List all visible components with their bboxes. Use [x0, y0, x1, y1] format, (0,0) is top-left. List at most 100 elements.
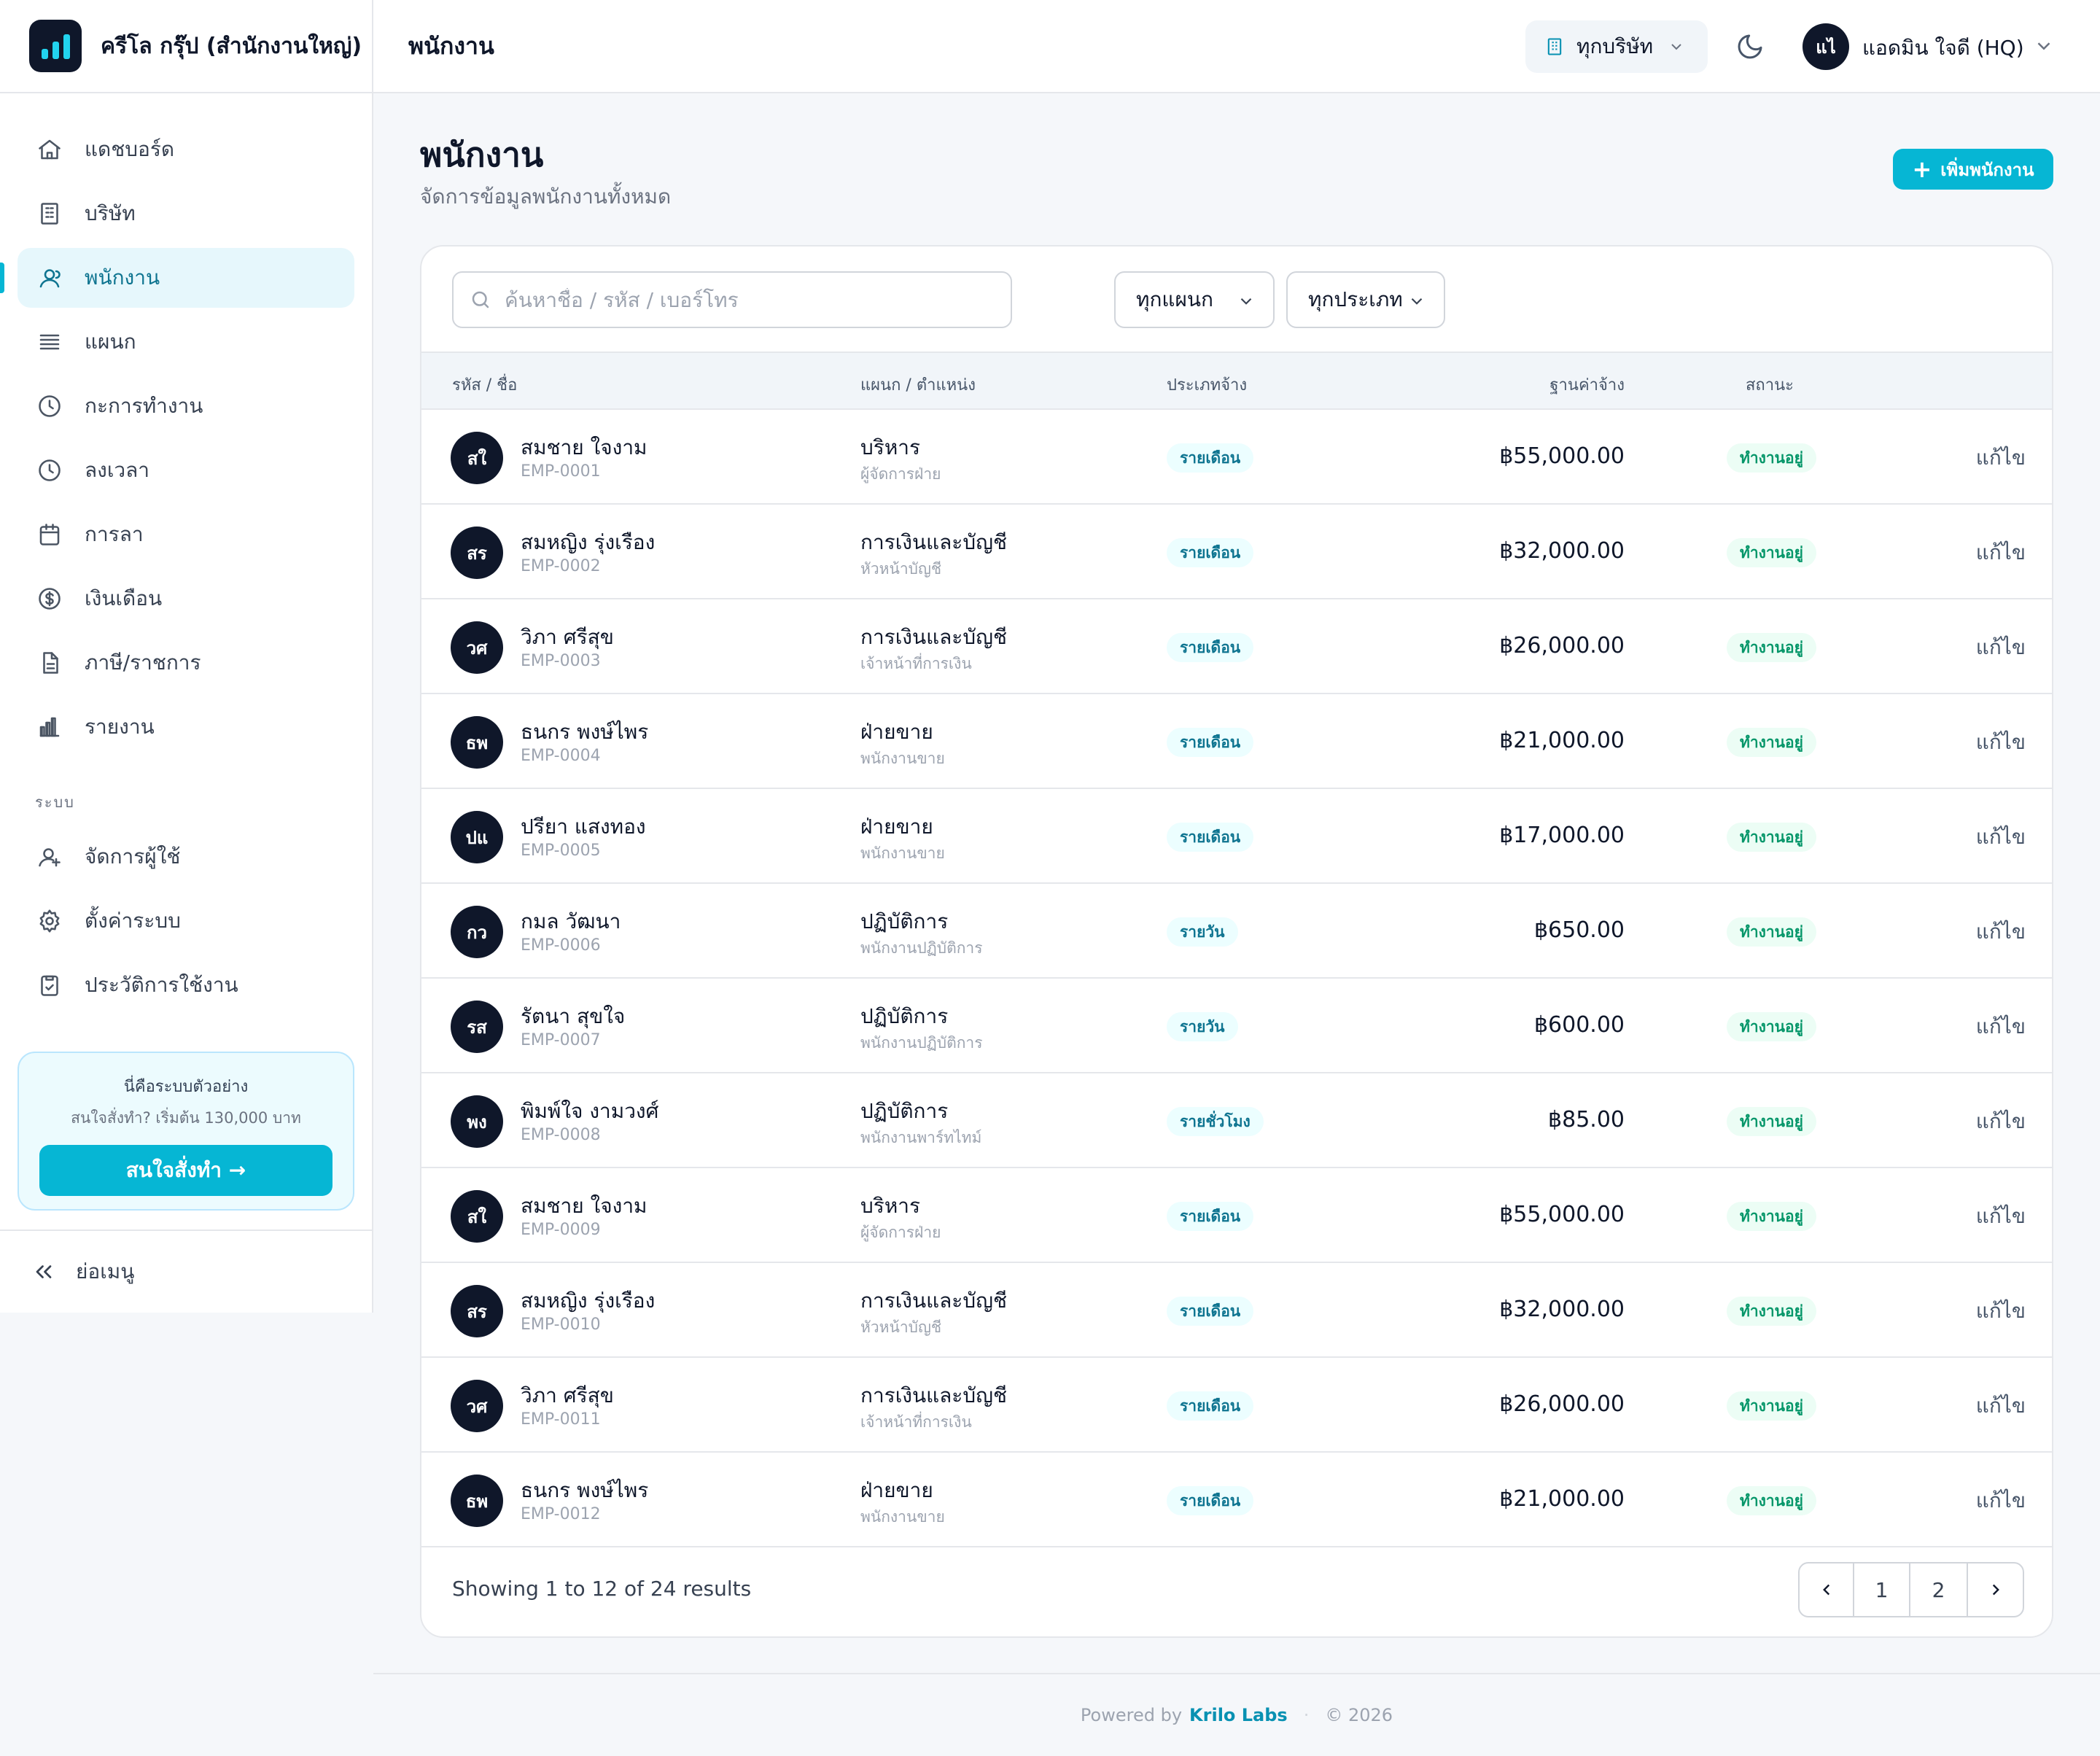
table-row[interactable]: สร สมหญิง รุ่งเรือง EMP-0010 การเงินและบัญช… [421, 1263, 2052, 1358]
sidebar-item-label: รายงาน [85, 715, 155, 739]
status-badge: ทำงานอยู่ [1727, 823, 1816, 852]
edit-link[interactable]: แก้ไข [1976, 1200, 2026, 1232]
employment-type-badge: รายเดือน [1167, 1202, 1254, 1231]
next-page-button[interactable] [1968, 1563, 2023, 1616]
employee-name[interactable]: ปรียา แสงทอง [521, 811, 646, 843]
page-2-button[interactable]: 2 [1910, 1563, 1968, 1616]
footer-brand-link[interactable]: Krilo Labs [1189, 1705, 1288, 1725]
chevron-left-icon [1822, 1584, 1829, 1596]
employee-code: EMP-0003 [521, 652, 601, 670]
employee-department: การเงินและบัญชี [860, 530, 1007, 554]
dark-mode-moon-icon[interactable] [1735, 32, 1765, 61]
table-row[interactable]: วศ วิภา ศรีสุข EMP-0003 การเงินและบัญชี เจ้า… [421, 599, 2052, 694]
employment-type-filter[interactable]: ทุกประเภท [1286, 271, 1445, 328]
base-wage: ฿650.00 [1533, 917, 1625, 943]
sidebar: ครีโล กรุ๊ป (สำนักงานใหญ่) แดชบอร์ด บริษั… [0, 0, 373, 1313]
search-input[interactable] [505, 287, 1000, 312]
collapse-menu-button[interactable]: ย่อเมนู [0, 1229, 372, 1313]
employee-name[interactable]: วิภา ศรีสุข [521, 1380, 614, 1412]
brand[interactable]: ครีโล กรุ๊ป (สำนักงานใหญ่) [0, 0, 372, 93]
add-employee-button[interactable]: + เพิ่มพนักงาน [1893, 149, 2053, 190]
table-row[interactable]: ปแ ปรียา แสงทอง EMP-0005 ฝ่ายขาย พนักงานขาย ร… [421, 789, 2052, 884]
employee-name[interactable]: วิภา ศรีสุข [521, 621, 614, 653]
employment-type-filter-value: ทุกประเภท [1308, 287, 1403, 311]
edit-link[interactable]: แก้ไข [1976, 821, 2026, 853]
sidebar-item-2[interactable]: บริษัท [18, 184, 354, 244]
column-header-base-wage[interactable]: ฐานค่าจ้าง [1549, 372, 1625, 397]
base-wage: ฿55,000.00 [1499, 443, 1625, 469]
edit-link[interactable]: แก้ไข [1976, 1295, 2026, 1327]
table-row[interactable]: รส รัตนา สุขใจ EMP-0007 ปฏิบัติการ พนักงานปฏ… [421, 979, 2052, 1073]
employee-avatar: สร [451, 1285, 503, 1337]
column-header-code-name[interactable]: รหัส / ชื่อ [452, 372, 517, 397]
user-avatar[interactable]: แไ [1802, 23, 1849, 70]
chevron-down-icon[interactable] [2033, 35, 2055, 57]
page-1-button[interactable]: 1 [1854, 1563, 1911, 1616]
search-box[interactable] [452, 271, 1012, 328]
employee-name[interactable]: ธนกร พงษ์ไพร [521, 716, 648, 748]
status-badge: ทำงานอยู่ [1727, 917, 1816, 947]
table-row[interactable]: สร สมหญิง รุ่งเรือง EMP-0002 การเงินและบัญช… [421, 505, 2052, 599]
employee-avatar: วศ [451, 621, 503, 674]
base-wage: ฿55,000.00 [1499, 1202, 1625, 1227]
sidebar-system-item-3[interactable]: ประวัติการใช้งาน [18, 955, 354, 1015]
table-row[interactable]: สใ สมชาย ใจงาม EMP-0001 บริหาร ผู้จัดการฝ่าย… [421, 410, 2052, 505]
sidebar-item-6[interactable]: ลงเวลา [18, 440, 354, 500]
employee-code: EMP-0009 [521, 1221, 601, 1239]
order-interest-button[interactable]: สนใจสั่งทำ → [39, 1145, 332, 1196]
employee-name[interactable]: สมชาย ใจงาม [521, 1190, 648, 1222]
home-icon [35, 135, 64, 164]
edit-link[interactable]: แก้ไข [1976, 1106, 2026, 1138]
table-row[interactable]: ธพ ธนกร พงษ์ไพร EMP-0004 ฝ่ายขาย พนักงานขาย ร… [421, 694, 2052, 789]
prev-page-button[interactable] [1800, 1563, 1855, 1616]
table-row[interactable]: สใ สมชาย ใจงาม EMP-0009 บริหาร ผู้จัดการฝ่าย… [421, 1168, 2052, 1263]
edit-link[interactable]: แก้ไข [1976, 1485, 2026, 1517]
table-row[interactable]: กว กมล วัฒนา EMP-0006 ปฏิบัติการ พนักงานปฏิบ… [421, 884, 2052, 979]
employee-position: ผู้จัดการฝ่าย [860, 1224, 941, 1241]
employee-name[interactable]: กมล วัฒนา [521, 906, 621, 938]
employee-name[interactable]: สมหญิง รุ่งเรือง [521, 527, 655, 559]
user-name[interactable]: แอดมิน ใจดี (HQ) [1862, 32, 2024, 64]
employee-avatar: สร [451, 527, 503, 579]
edit-link[interactable]: แก้ไข [1976, 916, 2026, 948]
sidebar-item-4[interactable]: แผนก [18, 312, 354, 372]
sidebar-item-1[interactable]: แดชบอร์ด [18, 120, 354, 179]
add-employee-label: เพิ่มพนักงาน [1940, 159, 2034, 180]
sidebar-item-10[interactable]: รายงาน [18, 697, 354, 757]
base-wage: ฿85.00 [1548, 1107, 1625, 1133]
edit-link[interactable]: แก้ไข [1976, 1011, 2026, 1043]
sidebar-system-item-1[interactable]: จัดการผู้ใช้ [18, 827, 354, 887]
sidebar-item-7[interactable]: การลา [18, 505, 354, 564]
edit-link[interactable]: แก้ไข [1976, 632, 2026, 664]
sidebar-item-5[interactable]: กะการทำงาน [18, 376, 354, 436]
department-filter[interactable]: ทุกแผนก [1114, 271, 1275, 328]
employee-table-card: ทุกแผนก ทุกประเภท รหัส / ชื่อ แผนก / ตำแ… [420, 245, 2053, 1638]
column-header-status[interactable]: สถานะ [1746, 372, 1794, 397]
edit-link[interactable]: แก้ไข [1976, 726, 2026, 758]
column-header-employment-type[interactable]: ประเภทจ้าง [1167, 372, 1247, 397]
table-row[interactable]: พง พิมพ์ใจ งามวงศ์ EMP-0008 ปฏิบัติการ พนักง… [421, 1073, 2052, 1168]
employee-name[interactable]: สมหญิง รุ่งเรือง [521, 1285, 655, 1317]
edit-link[interactable]: แก้ไข [1976, 442, 2026, 474]
sidebar-item-9[interactable]: ภาษี/ราชการ [18, 633, 354, 693]
dollar-icon [35, 584, 64, 613]
employee-name[interactable]: พิมพ์ใจ งามวงศ์ [521, 1095, 658, 1127]
document-icon [35, 648, 64, 677]
edit-link[interactable]: แก้ไข [1976, 1390, 2026, 1422]
sidebar-item-8[interactable]: เงินเดือน [18, 569, 354, 629]
employee-name[interactable]: สมชาย ใจงาม [521, 432, 648, 464]
table-row[interactable]: ธพ ธนกร พงษ์ไพร EMP-0012 ฝ่ายขาย พนักงานขาย ร… [421, 1453, 2052, 1547]
sidebar-system-item-2[interactable]: ตั้งค่าระบบ [18, 891, 354, 951]
employee-department: ปฏิบัติการ [860, 1099, 949, 1123]
sidebar-nav: แดชบอร์ด บริษัท พนักงาน แผนก กะการทำงาน ลงเวล… [0, 93, 372, 1015]
footer-copyright: © 2026 [1325, 1705, 1393, 1725]
company-select[interactable]: ทุกบริษัท [1525, 20, 1708, 73]
employee-name[interactable]: ธนกร พงษ์ไพร [521, 1475, 648, 1507]
table-row[interactable]: วศ วิภา ศรีสุข EMP-0011 การเงินและบัญชี เจ้า… [421, 1358, 2052, 1453]
employee-department: การเงินและบัญชี [860, 1383, 1007, 1407]
employee-position: เจ้าหน้าที่การเงิน [860, 655, 972, 672]
edit-link[interactable]: แก้ไข [1976, 537, 2026, 569]
column-header-department[interactable]: แผนก / ตำแหน่ง [860, 372, 976, 397]
sidebar-item-3[interactable]: พนักงาน [0, 248, 354, 308]
employee-name[interactable]: รัตนา สุขใจ [521, 1001, 625, 1033]
